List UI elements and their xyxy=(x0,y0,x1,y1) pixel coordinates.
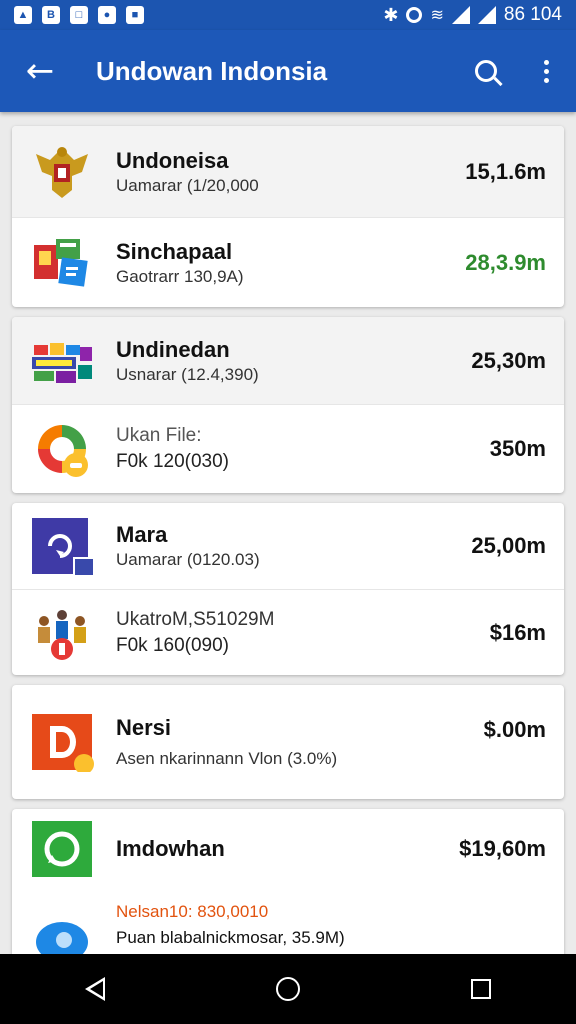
item-subtitle: F0k 120(030) xyxy=(116,451,230,472)
list-item[interactable]: Nelsan10: 830,0010 Puan blabalnickmosar,… xyxy=(12,889,564,959)
list-item[interactable]: Mara Uamarar (0120.03) 25,00m xyxy=(12,503,564,589)
item-value: $19,60m xyxy=(459,836,546,861)
nav-back-icon[interactable] xyxy=(85,977,106,1001)
item-name: Undoneisa xyxy=(116,147,229,173)
nav-home-icon[interactable] xyxy=(275,977,300,1001)
item-name: Ukan File: xyxy=(116,425,202,446)
search-icon xyxy=(475,60,497,82)
item-value: 15,1.6m xyxy=(465,158,546,184)
list-item[interactable]: Nersi Asen nkarinnann Vlon (3.0%) $.00m xyxy=(12,685,564,799)
back-arrow-icon[interactable]: ← xyxy=(0,51,80,91)
wifi-icon: ≋ xyxy=(430,7,444,24)
item-name: UkatroM,S51029M xyxy=(116,608,275,630)
sync-app-icon xyxy=(30,516,95,577)
item-name: Imdowhan xyxy=(116,836,225,861)
item-name: Sinchapaal xyxy=(116,238,233,264)
blue-blob-icon xyxy=(30,894,94,959)
list-item[interactable]: Ukan File: F0k 120(030) 350m xyxy=(12,404,564,493)
list-card: Mara Uamarar (0120.03) 25,00m UkatroM,S5… xyxy=(12,503,564,675)
item-value: 25,30m xyxy=(471,347,546,373)
file-notification-icon: □ xyxy=(70,6,88,24)
color-ring-icon xyxy=(30,419,94,479)
item-subtitle: Uamarar (1/20,000 xyxy=(116,175,259,195)
nav-recents-icon[interactable] xyxy=(470,979,491,999)
garuda-emblem-icon xyxy=(30,142,94,202)
item-subtitle: F0k 160(090) xyxy=(116,634,230,656)
list-item[interactable]: UkatroM,S51029M F0k 160(090) $16m xyxy=(12,589,564,675)
item-value: 28,3.9m xyxy=(465,249,546,275)
app-bar: ← Undowan Indonsia xyxy=(0,30,576,112)
image-notification-icon: ▲ xyxy=(14,6,32,24)
d-app-icon xyxy=(30,712,94,774)
message-notification-icon: ■ xyxy=(126,6,144,24)
item-name: Nelsan10: 830,0010 xyxy=(116,902,269,921)
list-card: Undinedan Usnarar (12.4,390) 25,30m Ukan… xyxy=(12,317,564,493)
list-item[interactable]: Imdowhan $19,60m xyxy=(12,809,564,889)
item-subtitle: Uamarar (0120.03) xyxy=(116,550,260,569)
bluetooth-notification-icon: B xyxy=(42,6,60,24)
status-time: 86 104 xyxy=(503,4,562,25)
item-name: Nersi xyxy=(116,715,172,740)
search-button[interactable] xyxy=(456,60,516,82)
list-item[interactable]: Sinchapaal Gaotrarr 130,9A) 28,3.9m xyxy=(12,217,564,307)
item-value: 350m xyxy=(489,436,546,461)
people-group-icon xyxy=(30,603,94,663)
chat-app-icon xyxy=(30,819,94,879)
cell-signal-2-icon xyxy=(477,6,496,24)
list-item[interactable]: Undinedan Usnarar (12.4,390) 25,30m xyxy=(12,317,564,404)
item-subtitle: Usnarar (12.4,390) xyxy=(116,364,259,384)
overflow-menu-button[interactable] xyxy=(516,59,576,83)
list-item[interactable]: Undoneisa Uamarar (1/20,000 15,1.6m xyxy=(12,126,564,217)
list-card: Nersi Asen nkarinnann Vlon (3.0%) $.00m xyxy=(12,685,564,799)
list-card: Imdowhan $19,60m Nelsan10: 830,0010 Puan… xyxy=(12,809,564,959)
list-card: Undoneisa Uamarar (1/20,000 15,1.6m Sinc… xyxy=(12,126,564,307)
item-list: Undoneisa Uamarar (1/20,000 15,1.6m Sinc… xyxy=(12,126,564,969)
system-nav-bar xyxy=(0,954,576,1024)
item-name: Mara xyxy=(116,522,168,547)
item-value: $.00m xyxy=(483,717,546,742)
item-value: 25,00m xyxy=(471,533,546,558)
item-value: $16m xyxy=(489,619,546,645)
item-subtitle: Asen nkarinnann Vlon (3.0%) xyxy=(116,749,338,768)
more-vert-icon xyxy=(543,59,549,65)
item-name: Undinedan xyxy=(116,336,230,362)
flags-collage-icon xyxy=(30,233,94,293)
cell-signal-icon xyxy=(451,6,470,24)
data-saver-icon xyxy=(406,7,423,23)
bluetooth-icon: ✱ xyxy=(383,4,399,25)
record-notification-icon: ● xyxy=(98,6,116,24)
status-bar: ▲ B □ ● ■ ✱ ≋ 86 104 xyxy=(0,0,576,30)
banner-collage-icon xyxy=(30,331,94,391)
page-title: Undowan Indonsia xyxy=(96,55,328,86)
item-subtitle: Gaotrarr 130,9A) xyxy=(116,266,244,286)
item-subtitle: Puan blabalnickmosar, 35.9M) xyxy=(116,928,345,947)
